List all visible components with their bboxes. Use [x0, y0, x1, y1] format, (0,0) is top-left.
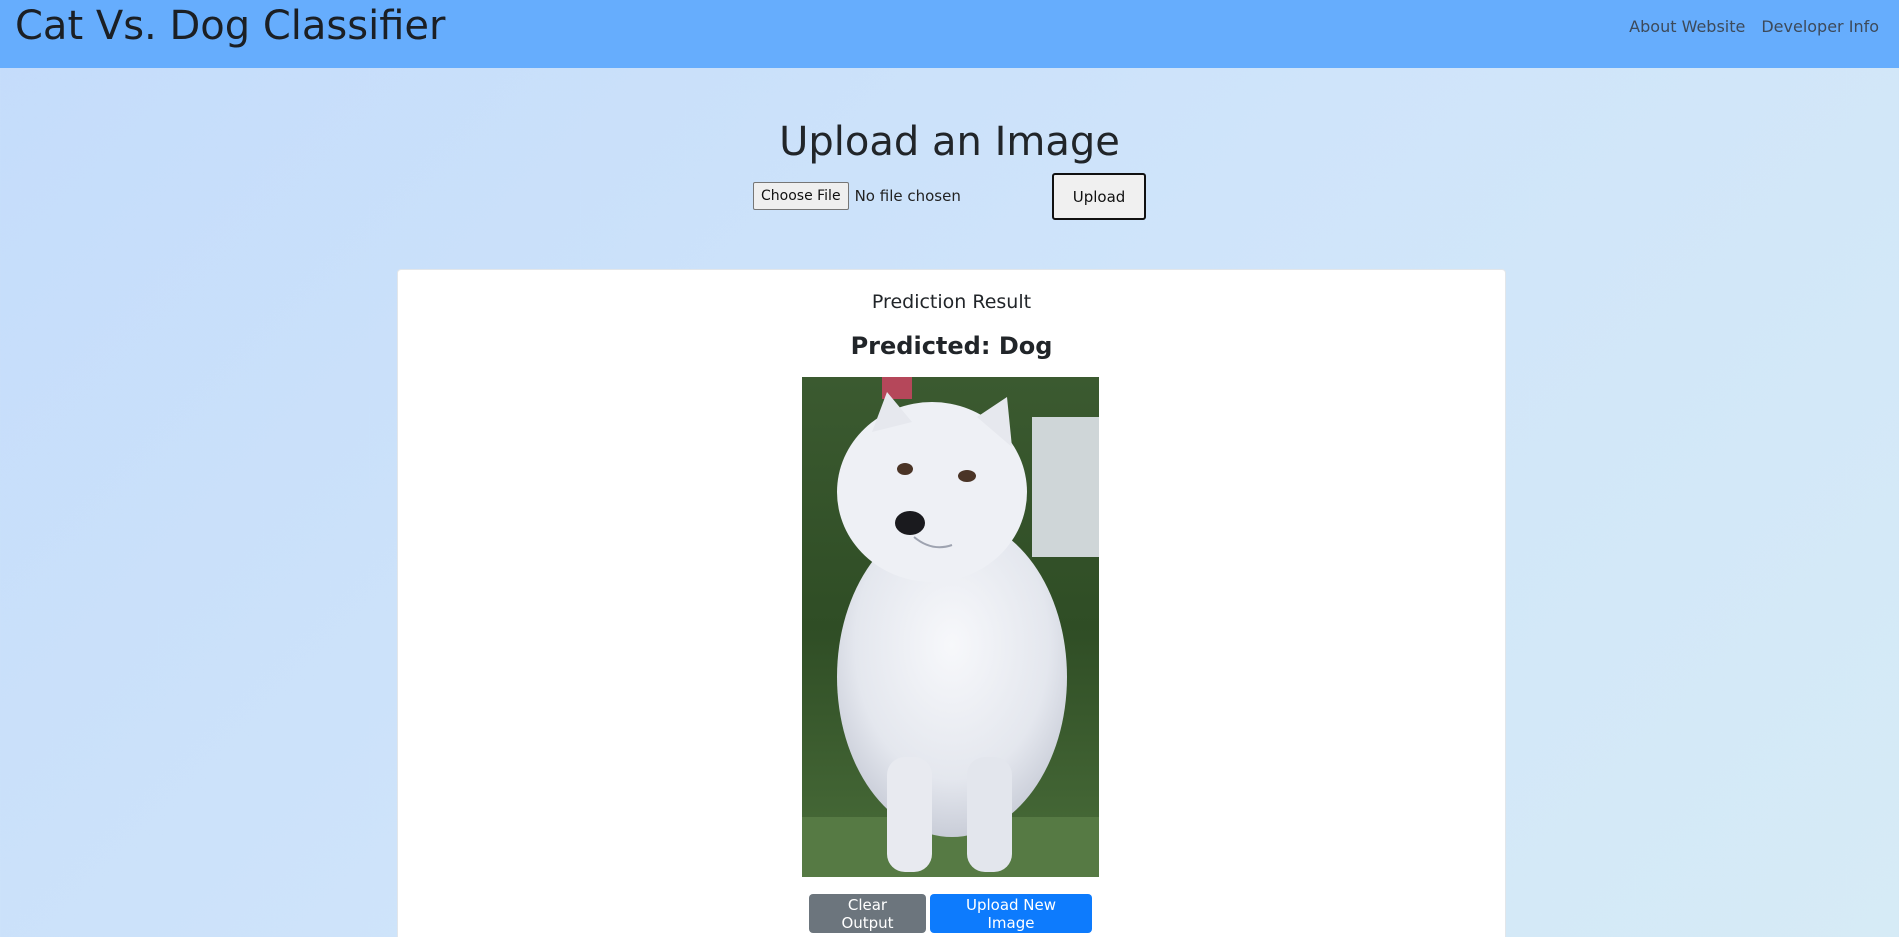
file-input[interactable]: Choose File No file chosen	[753, 182, 961, 210]
navbar: Cat Vs. Dog Classifier About Website Dev…	[0, 0, 1899, 68]
choose-file-button[interactable]: Choose File	[753, 182, 849, 210]
nav-link-about-website[interactable]: About Website	[1629, 17, 1745, 37]
brand-title[interactable]: Cat Vs. Dog Classifier	[15, 0, 445, 52]
uploaded-dog-image	[802, 377, 1099, 877]
file-status-text: No file chosen	[854, 187, 961, 205]
upload-new-image-button[interactable]: Upload New Image	[930, 894, 1092, 933]
upload-button[interactable]: Upload	[1052, 173, 1146, 220]
prediction-label: Predicted: Dog	[850, 332, 1053, 360]
clear-output-button[interactable]: Clear Output	[809, 894, 926, 933]
prediction-card: Prediction Result Predicted: Dog Clear O…	[397, 269, 1506, 937]
prediction-result-heading: Prediction Result	[871, 291, 1032, 313]
result-actions: Clear Output Upload New Image	[809, 894, 1092, 933]
nav-links: About Website Developer Info	[1629, 17, 1879, 37]
upload-title: Upload an Image	[779, 119, 1120, 165]
nav-link-developer-info[interactable]: Developer Info	[1761, 17, 1879, 37]
